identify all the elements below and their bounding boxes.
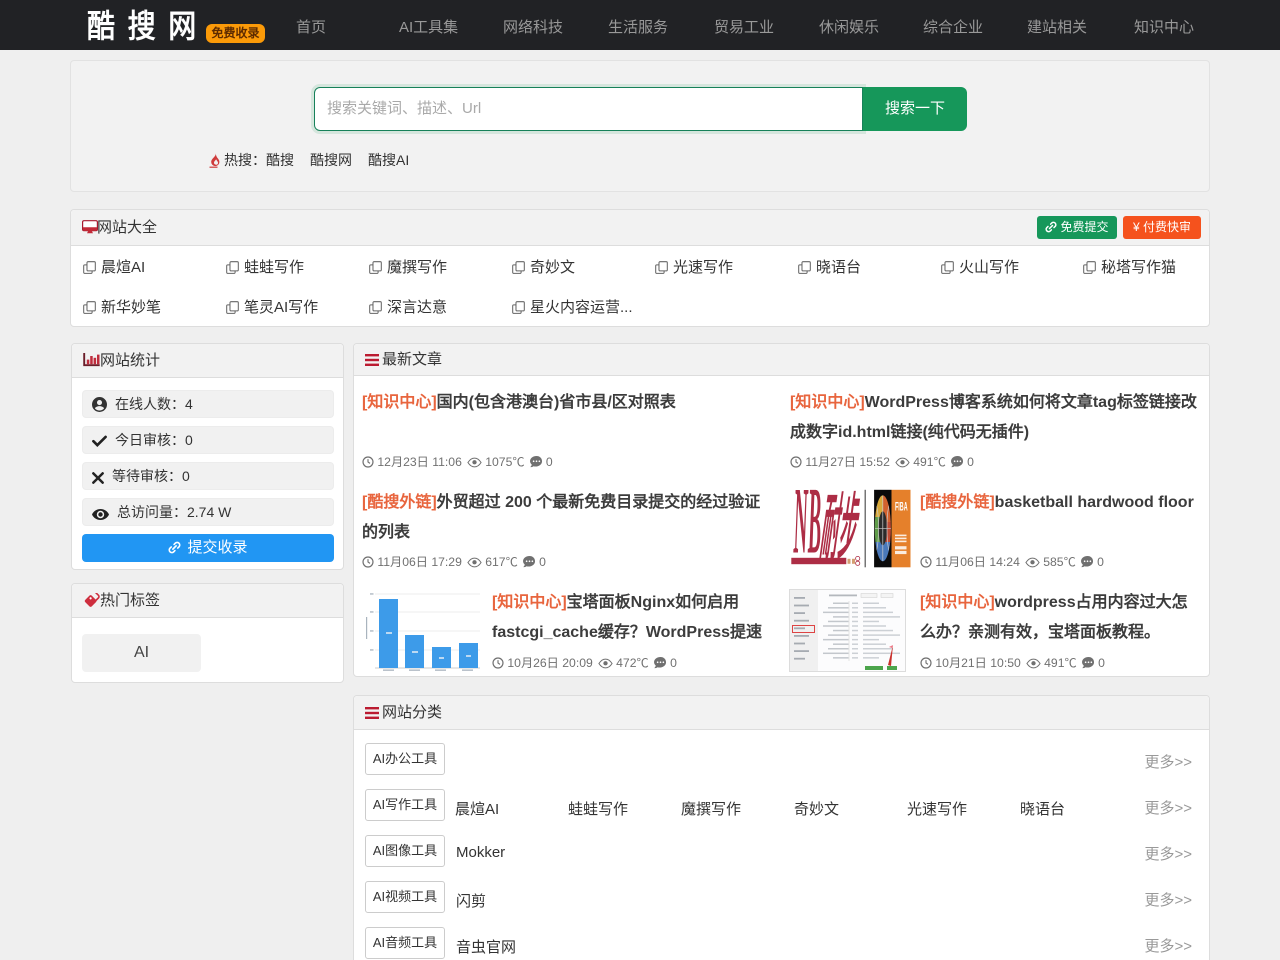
svg-text:FIBA: FIBA xyxy=(895,500,908,513)
